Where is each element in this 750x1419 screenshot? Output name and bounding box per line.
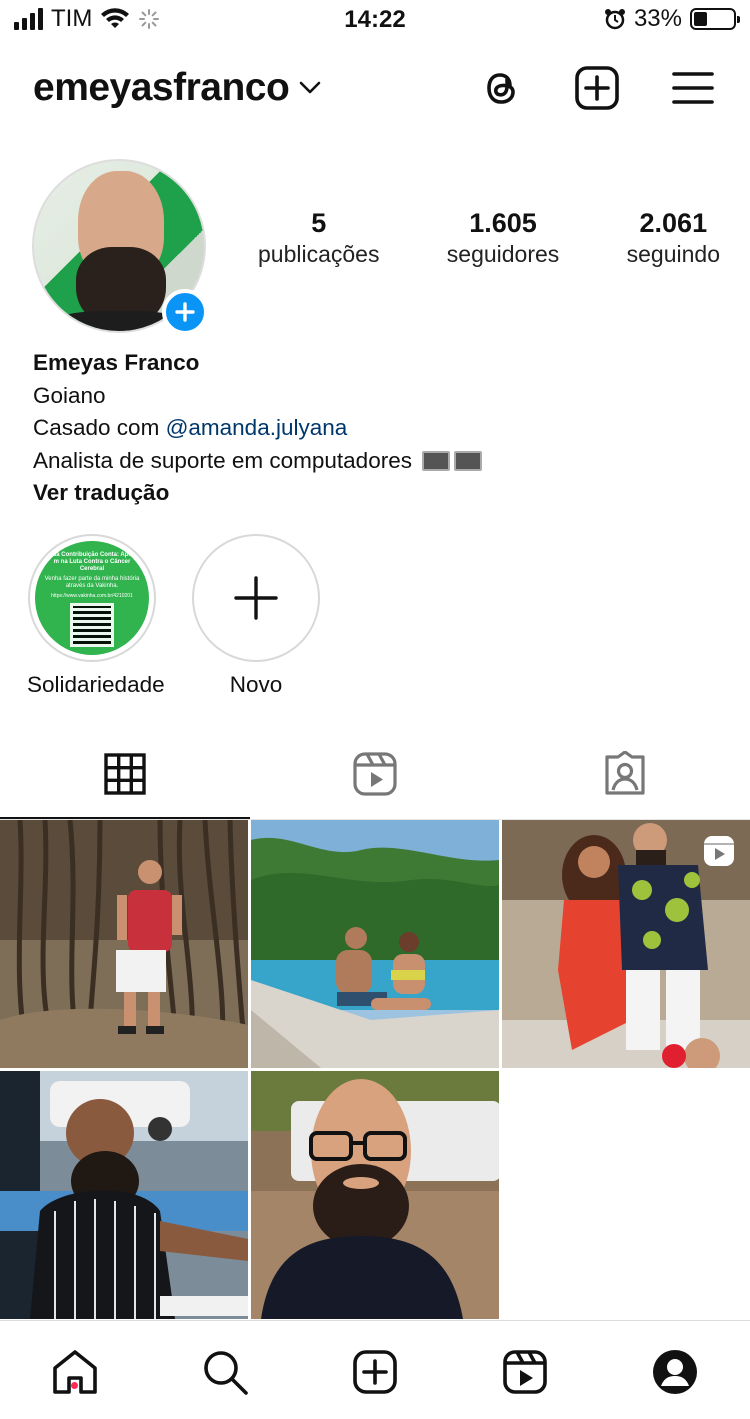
menu-button[interactable] [669,64,717,112]
mention-link[interactable]: @amanda.julyana [166,415,348,440]
profile-bio: Emeyas Franco Goiano Casado com @amanda.… [33,347,730,510]
hamburger-menu-icon [672,72,714,104]
username: emeyasfranco [33,66,290,109]
status-bar: TIM 14:22 33% [0,0,750,40]
post-image [251,820,499,1068]
reels-icon [353,752,397,796]
reels-icon [704,836,734,866]
nav-search[interactable] [200,1347,250,1397]
nav-profile[interactable] [650,1347,700,1397]
nav-home[interactable] [50,1347,100,1397]
post-thumbnail[interactable] [0,1071,248,1319]
highlight-ring: Cada Contribuição Conta: Apoie-m na Luta… [28,534,156,662]
post-thumbnail[interactable] [0,820,248,1068]
profile-tabs [0,730,750,820]
alarm-icon [604,9,625,30]
tagged-icon [605,751,645,795]
plus-icon [234,576,278,620]
battery-percent: 33% [633,5,682,32]
profile-icon [653,1350,697,1394]
profile-stats: 5 publicações 1.605 seguidores 2.061 seg… [258,208,720,268]
add-story-button[interactable] [162,289,208,335]
qr-code-icon [70,603,114,647]
create-icon [353,1350,397,1394]
post-image [251,1071,499,1319]
display-name: Emeyas Franco [33,350,200,375]
posts-count[interactable]: 5 publicações [258,208,379,268]
threads-icon [487,73,515,104]
home-notification-dot [71,1382,78,1389]
create-post-button[interactable] [573,64,621,112]
highlight-ring [192,534,320,662]
nav-reels[interactable] [500,1347,550,1397]
highlight-cover: Cada Contribuição Conta: Apoie-m na Luta… [35,541,149,655]
post-image [0,820,248,1068]
search-icon [204,1351,248,1395]
post-thumbnail[interactable] [251,820,499,1068]
post-thumbnail[interactable] [251,1071,499,1319]
tab-tagged[interactable] [500,730,750,818]
new-highlight-button[interactable]: Novo [191,534,321,698]
reel-badge [702,834,736,873]
bio-line: Casado com @amanda.julyana [33,415,348,440]
add-square-icon [575,66,619,110]
bio-line: Analista de suporte em computadores [33,445,730,478]
post-thumbnail[interactable] [502,820,750,1068]
plus-icon [175,302,195,322]
account-switcher[interactable]: emeyasfranco [33,66,321,110]
highlight-label: Novo [229,672,283,697]
threads-button[interactable] [477,64,525,112]
followers-count[interactable]: 1.605 seguidores [447,208,560,268]
bottom-navigation [0,1320,750,1419]
desktop-emoji-icon [454,450,483,471]
bio-line: Goiano [33,382,106,408]
grid-icon [104,752,146,795]
battery-icon [690,8,740,30]
reels-icon [503,1350,547,1394]
highlight-label: Solidariedade [27,672,165,697]
profile-header: emeyasfranco [33,60,717,120]
post-image [0,1071,248,1319]
nav-create[interactable] [350,1347,400,1397]
laptop-emoji-icon [422,450,451,471]
see-translation-link[interactable]: Ver tradução [33,477,730,510]
following-count[interactable]: 2.061 seguindo [627,208,720,268]
highlight-solidariedade[interactable]: Cada Contribuição Conta: Apoie-m na Luta… [27,534,165,698]
tab-grid[interactable] [0,730,250,819]
chevron-down-icon [300,81,321,94]
tab-reels[interactable] [250,730,500,818]
profile-avatar[interactable] [32,159,208,335]
